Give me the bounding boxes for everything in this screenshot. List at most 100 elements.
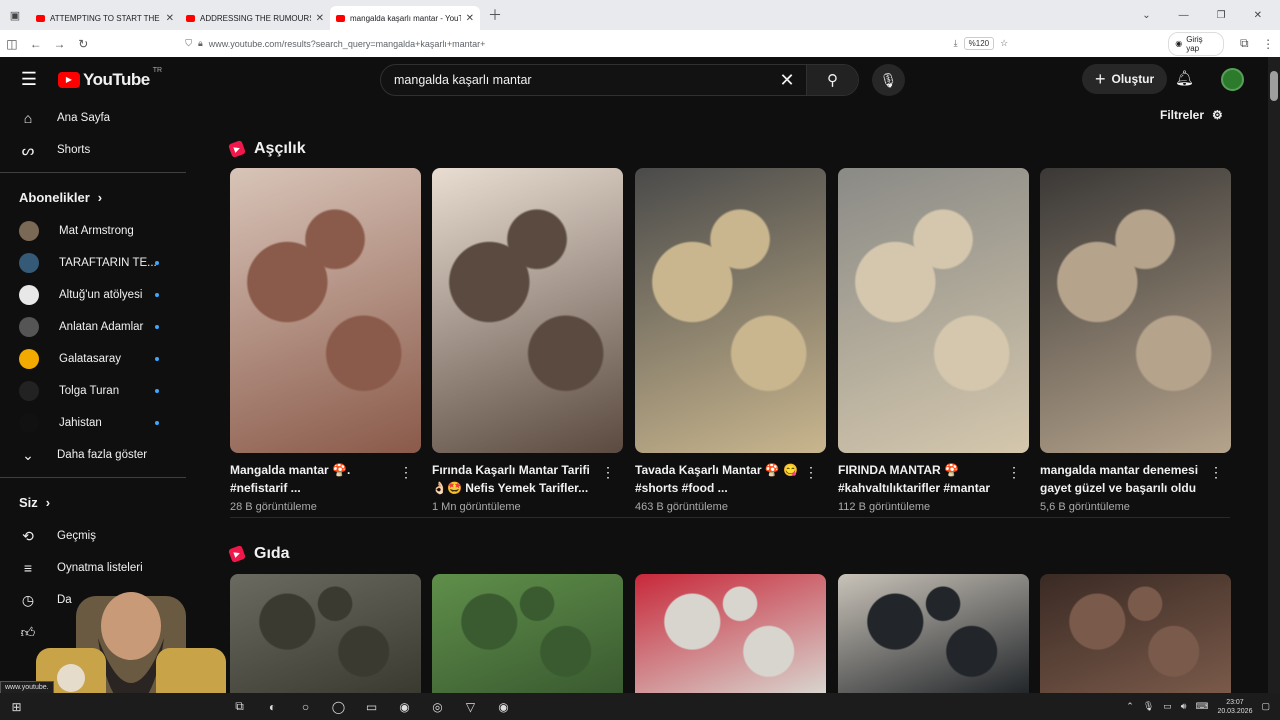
sidebar-item-subscription[interactable]: Altuğ'un atölyesi — [0, 279, 186, 311]
tab-list-icon[interactable]: ⌄ — [1142, 10, 1150, 21]
short-card[interactable] — [432, 574, 623, 693]
browser-tab-1[interactable]: ATTEMPTING TO START THE WI ✕ — [30, 6, 180, 30]
more-actions-icon[interactable]: ⋮ — [1209, 464, 1223, 481]
short-card[interactable] — [230, 574, 421, 693]
short-thumbnail[interactable] — [230, 168, 421, 453]
search-button[interactable]: ⚲ — [806, 65, 858, 95]
sidebar-item-subscription[interactable]: Galatasaray — [0, 343, 186, 375]
zoom-badge[interactable]: %120 — [963, 37, 995, 50]
create-button[interactable]: + Oluştur — [1082, 64, 1168, 94]
browser-menu-icon[interactable]: ⋮ — [1256, 37, 1280, 51]
close-tab-icon[interactable]: ✕ — [466, 13, 474, 24]
reload-icon[interactable]: ↻ — [71, 37, 95, 51]
more-actions-icon[interactable]: ⋮ — [601, 464, 615, 481]
firefox-icon[interactable]: ◉ — [388, 700, 421, 714]
close-tab-icon[interactable]: ✕ — [166, 13, 174, 24]
sidebar-item-subscription[interactable]: Mat Armstrong — [0, 215, 186, 247]
notifications-icon[interactable]: ▢ — [1261, 701, 1270, 712]
short-title[interactable]: Fırında Kaşarlı Mantar Tarifi 👌🏻🤩 Nefis … — [432, 461, 598, 497]
sidebar-item-subscription[interactable]: Jahistan — [0, 407, 186, 439]
sidebar-item-home[interactable]: ⌂ Ana Sayfa — [0, 102, 186, 134]
back-icon[interactable]: ← — [24, 37, 48, 51]
short-card[interactable]: Tavada Kaşarlı Mantar 🍄 😋 #shorts #food … — [635, 168, 826, 513]
show-more-button[interactable]: ⌄ Daha fazla göster — [0, 439, 186, 471]
opera-icon[interactable]: ○ — [289, 700, 322, 714]
sidebar-item-subscription[interactable]: Anlatan Adamlar — [0, 311, 186, 343]
keyboard-icon[interactable]: ⌨ — [1195, 701, 1208, 712]
tab-actions-icon[interactable]: ▣ — [0, 0, 30, 30]
subscriptions-header[interactable]: Abonelikler › — [0, 179, 186, 215]
signin-button[interactable]: ◉ Giriş yap — [1168, 31, 1225, 56]
short-card[interactable] — [838, 574, 1029, 693]
voice-search-button[interactable]: 🎙︎ — [872, 64, 905, 96]
short-thumbnail[interactable] — [635, 574, 826, 693]
create-label: Oluştur — [1111, 72, 1155, 86]
browser-tab-2[interactable]: ADDRESSING THE RUMOURS A ✕ — [180, 6, 330, 30]
page-scrollbar[interactable] — [1268, 57, 1280, 693]
short-title[interactable]: Mangalda mantar 🍄. #nefistarif ... — [230, 461, 396, 497]
you-title: Siz — [19, 494, 38, 510]
sidebar-item-subscription[interactable]: TARAFTARIN TE... — [0, 247, 186, 279]
app-icon[interactable]: ▽ — [454, 700, 487, 714]
more-actions-icon[interactable]: ⋮ — [804, 464, 818, 481]
discord-icon[interactable]: ◐ — [256, 700, 289, 714]
short-card[interactable] — [1040, 574, 1231, 693]
clear-search-icon[interactable]: ✕ — [768, 70, 806, 91]
restore-icon[interactable]: ❐ — [1217, 10, 1226, 21]
firefox-active-icon[interactable]: ◉ — [487, 700, 520, 714]
obs-icon[interactable]: ◎ — [421, 700, 454, 714]
account-avatar[interactable] — [1221, 68, 1244, 91]
short-thumbnail[interactable] — [432, 168, 623, 453]
sidebar-toggle-icon[interactable]: ◫ — [0, 37, 24, 51]
you-header[interactable]: Siz › — [0, 484, 186, 520]
sidebar-item-history[interactable]: ⟲ Geçmiş — [0, 520, 186, 552]
clock[interactable]: 23:07 20.03.2026 — [1217, 698, 1252, 716]
more-actions-icon[interactable]: ⋮ — [1007, 464, 1021, 481]
extensions-icon[interactable]: ⧉ — [1232, 36, 1256, 51]
short-thumbnail[interactable] — [1040, 574, 1231, 693]
window-close-icon[interactable]: ✕ — [1254, 10, 1262, 21]
scrollbar-thumb[interactable] — [1270, 71, 1278, 101]
notifications-bell-icon[interactable]: 🔔︎ — [1175, 69, 1194, 87]
short-thumbnail[interactable] — [838, 168, 1029, 453]
mic-tray-icon[interactable]: 🎙︎ — [1143, 701, 1154, 712]
new-tab-icon[interactable]: ＋ — [488, 5, 502, 25]
short-card[interactable]: mangalda mantar denemesi gayet güzel ve … — [1040, 168, 1231, 513]
url-field[interactable]: ⛉ 🔒︎ www.youtube.com/results?search_quer… — [185, 37, 1008, 50]
youtube-logo[interactable]: ▶ YouTube TR — [58, 67, 162, 90]
sidebar-item-subscription[interactable]: Tolga Turan — [0, 375, 186, 407]
volume-icon[interactable]: 🔊︎ — [1181, 701, 1187, 712]
short-card[interactable]: Fırında Kaşarlı Mantar Tarifi 👌🏻🤩 Nefis … — [432, 168, 623, 513]
short-card[interactable] — [635, 574, 826, 693]
site-info-icon[interactable]: ⛉ — [185, 38, 192, 49]
task-view-icon[interactable]: ⧉ — [223, 699, 256, 714]
network-icon[interactable]: ▭ — [1163, 701, 1172, 712]
close-tab-icon[interactable]: ✕ — [316, 13, 324, 24]
short-title[interactable]: mangalda mantar denemesi gayet güzel ve … — [1040, 461, 1206, 497]
sidebar-item-shorts[interactable]: ᔕ Shorts — [0, 134, 186, 166]
short-title[interactable]: FIRINDA MANTAR 🍄 #kahvaltılıktarifler #m… — [838, 461, 1004, 497]
short-card[interactable]: FIRINDA MANTAR 🍄 #kahvaltılıktarifler #m… — [838, 168, 1029, 513]
browser-tab-3-active[interactable]: mangalda kaşarlı mantar - YouT ✕ — [330, 6, 480, 30]
bookmark-star-icon[interactable]: ☆ — [1000, 38, 1008, 49]
minimize-icon[interactable]: — — [1179, 10, 1189, 21]
short-card[interactable]: Mangalda mantar 🍄. #nefistarif ... ⋮ 28 B … — [230, 168, 421, 513]
search-box[interactable]: mangalda kaşarlı mantar ✕ ⚲ — [380, 64, 859, 96]
view-count: 1 Mn görüntüleme — [432, 501, 521, 513]
download-icon[interactable]: ⤓ — [954, 38, 958, 49]
guide-menu-icon[interactable]: ☰ — [0, 69, 58, 90]
short-thumbnail[interactable] — [1040, 168, 1231, 453]
short-title[interactable]: Tavada Kaşarlı Mantar 🍄 😋 #shorts #food … — [635, 461, 801, 497]
short-thumbnail[interactable] — [432, 574, 623, 693]
forward-icon[interactable]: → — [48, 37, 72, 51]
search-input[interactable]: mangalda kaşarlı mantar — [394, 73, 768, 87]
tray-expand-icon[interactable]: ⌃ — [1126, 701, 1134, 712]
short-thumbnail[interactable] — [838, 574, 1029, 693]
file-explorer-icon[interactable]: ▭ — [355, 700, 388, 714]
short-thumbnail[interactable] — [635, 168, 826, 453]
start-menu-icon[interactable]: ⊞ — [0, 700, 33, 714]
opera-gx-icon[interactable]: ◯ — [322, 700, 355, 714]
filters-button[interactable]: Filtreler ⚙ — [1160, 108, 1223, 122]
more-actions-icon[interactable]: ⋮ — [399, 464, 413, 481]
short-thumbnail[interactable] — [230, 574, 421, 693]
